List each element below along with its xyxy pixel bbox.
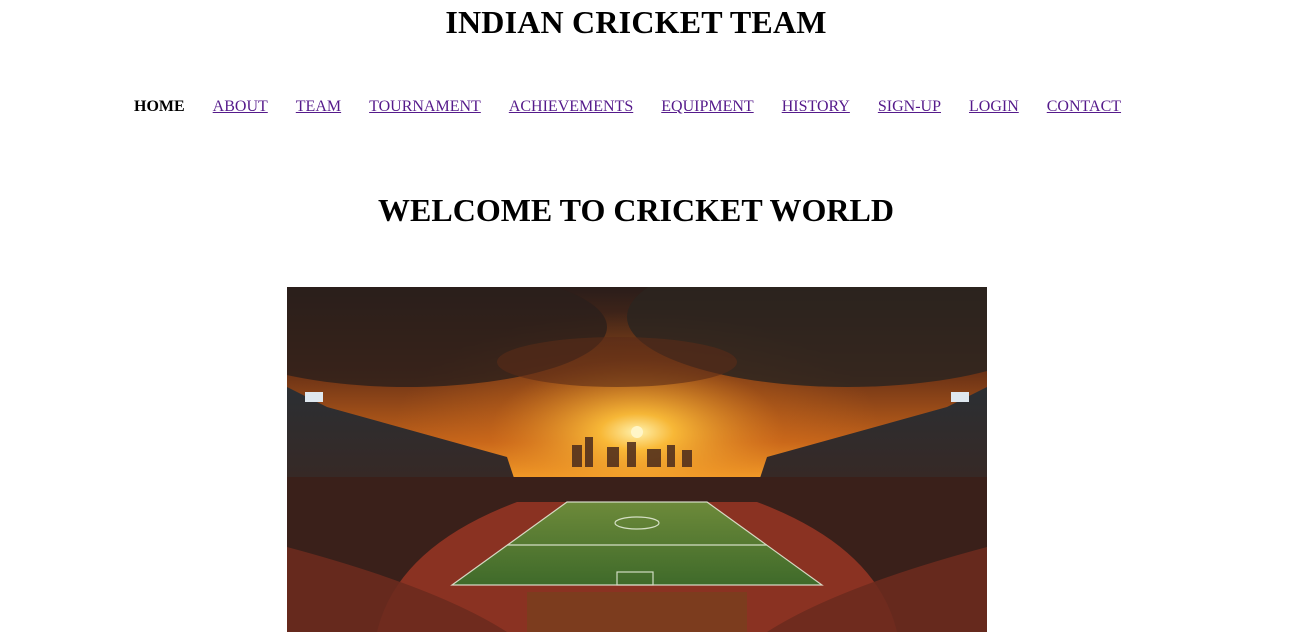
nav-contact[interactable]: CONTACT <box>1047 97 1121 117</box>
site-title: INDIAN CRICKET TEAM <box>445 4 827 40</box>
front-stand <box>527 592 747 632</box>
stadium-hero-image <box>287 287 987 632</box>
welcome-heading: WELCOME TO CRICKET WORLD <box>378 192 894 228</box>
main-nav: HOME ABOUT TEAM TOURNAMENT ACHIEVEMENTS … <box>134 97 1149 117</box>
nav-sign-up[interactable]: SIGN-UP <box>878 97 941 117</box>
nav-equipment[interactable]: EQUIPMENT <box>661 97 753 117</box>
nav-home[interactable]: HOME <box>134 97 185 117</box>
nav-tournament[interactable]: TOURNAMENT <box>369 97 481 117</box>
cloud <box>497 337 737 387</box>
floodlight-right <box>951 392 969 402</box>
sun <box>631 426 643 438</box>
nav-login[interactable]: LOGIN <box>969 97 1019 117</box>
nav-achievements[interactable]: ACHIEVEMENTS <box>509 97 633 117</box>
nav-team[interactable]: TEAM <box>296 97 341 117</box>
nav-history[interactable]: HISTORY <box>782 97 850 117</box>
nav-about[interactable]: ABOUT <box>213 97 268 117</box>
floodlight-left <box>305 392 323 402</box>
